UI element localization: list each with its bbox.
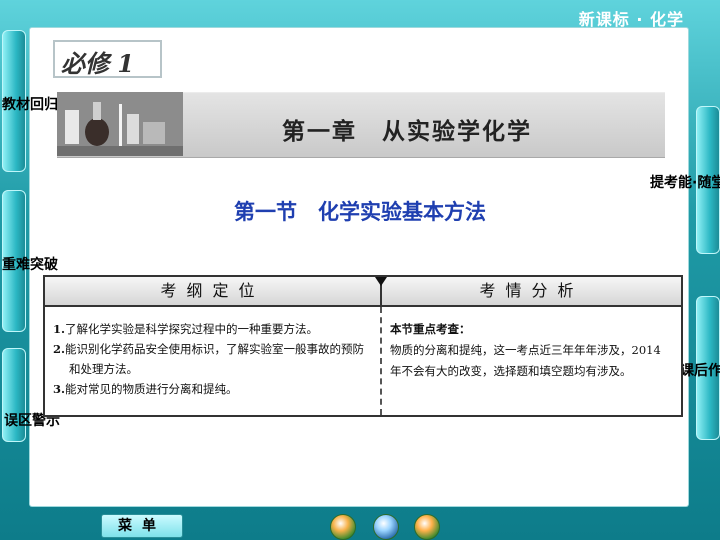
table-header-syllabus: 考纲定位 xyxy=(45,277,382,307)
analysis-body: 物质的分离和提纯，这一考点近三年年年涉及，2014 年不会有大的改变，选择题和填… xyxy=(390,343,661,378)
home-icon[interactable] xyxy=(330,514,356,540)
forward-icon[interactable] xyxy=(414,514,440,540)
sidebar-item-textbook-review[interactable]: 教材回归 xyxy=(2,94,58,114)
analysis-heading: 本节重点考查： xyxy=(390,322,471,336)
lab-glassware-image xyxy=(57,92,183,156)
sidebar-item-key-difficulties[interactable]: 重难突破 xyxy=(2,254,58,274)
analysis-text: 本节重点考查： 物质的分离和提纯，这一考点近三年年年涉及，2014 年不会有大的… xyxy=(390,319,672,382)
chapter-title: 第一章 从实验学化学 xyxy=(282,118,532,145)
caret-down-icon xyxy=(375,277,387,286)
section-title: 第一节 化学实验基本方法 xyxy=(234,200,486,224)
sidebar-item-practice[interactable]: 提考能·随堂 xyxy=(650,172,720,192)
back-icon[interactable] xyxy=(373,514,399,540)
list-item: 2.能识别化学药品安全使用标识，了解实验室一般事故的预防和处理方法。 xyxy=(53,342,365,376)
table-header-analysis: 考情分析 xyxy=(382,277,681,307)
syllabus-table: 考纲定位 考情分析 1.了解化学实验是科学探究过程中的一种重要方法。 2.能识别… xyxy=(43,275,683,417)
menu-button[interactable]: 菜单 xyxy=(101,514,183,538)
book-tag: 必修 1 xyxy=(53,40,162,78)
list-item: 1.了解化学实验是科学探究过程中的一种重要方法。 xyxy=(53,322,319,336)
book-tag-label: 必修 1 xyxy=(61,49,135,78)
lab-photo xyxy=(57,92,183,156)
requirements-list: 1.了解化学实验是科学探究过程中的一种重要方法。 2.能识别化学药品安全使用标识… xyxy=(53,319,375,399)
list-item: 3.能对常见的物质进行分离和提纯。 xyxy=(53,382,238,396)
column-divider xyxy=(380,307,382,415)
sidebar-item-homework[interactable]: 课后作业 xyxy=(680,360,720,380)
series-label: 新课标 · 化学 xyxy=(578,10,684,29)
